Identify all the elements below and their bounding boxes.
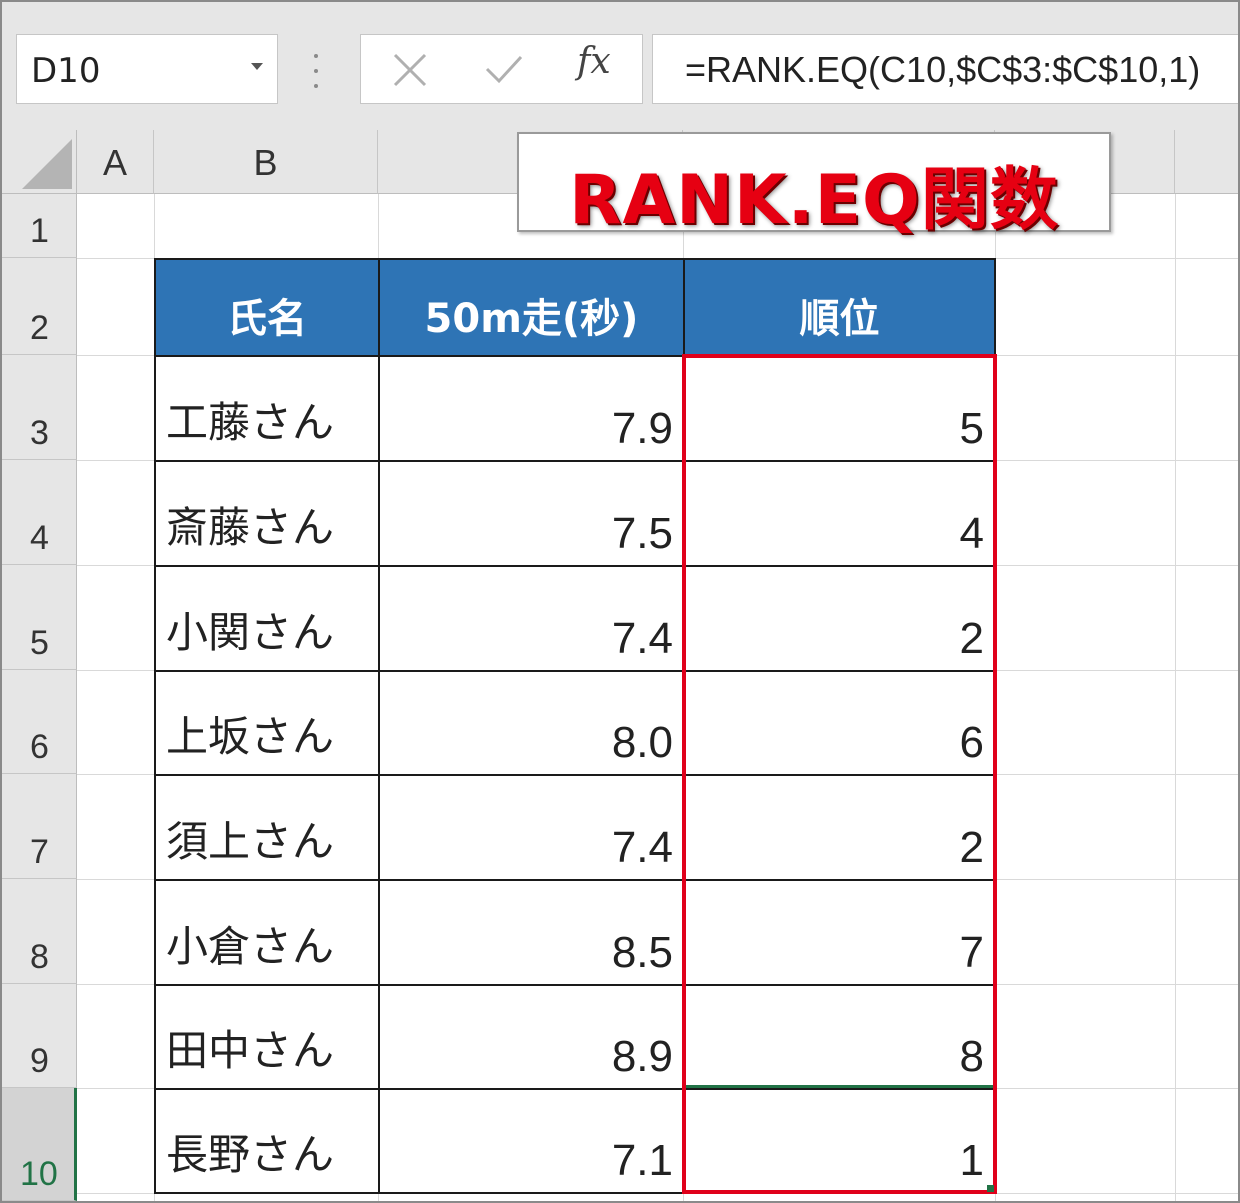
cell-name[interactable]: 長野さん [154,1088,380,1194]
row-header-9[interactable]: 9 [2,984,77,1088]
row-header-2[interactable]: 2 [2,258,77,355]
row-header-3[interactable]: 3 [2,355,77,460]
column-header-a[interactable]: A [77,130,154,194]
name-box-value: D10 [31,51,101,91]
cell-name[interactable]: 須上さん [154,774,380,881]
header-rank[interactable]: 順位 [683,258,996,357]
row-header-7[interactable]: 7 [2,774,77,879]
select-all-button[interactable] [2,130,77,194]
callout-text: RANK.EQ関数 [569,161,1059,240]
cell-time[interactable]: 8.5 [378,879,685,986]
column-header-b[interactable]: B [154,130,378,194]
row-header-4[interactable]: 4 [2,460,77,565]
more-options-icon[interactable] [313,54,319,88]
cell-time[interactable]: 7.4 [378,774,685,881]
row-header-1[interactable]: 1 [2,194,77,258]
formula-text: =RANK.EQ(C10,$C$3:$C$10,1) [685,49,1201,90]
excel-window: D10 fx =RANK.EQ(C10,$C$3:$C$10,1) A B 1 [0,0,1240,1203]
worksheet-grid: A B 1 2 3 4 5 6 7 8 9 10 氏名 50m走(秒) 順位 工… [2,130,1238,1201]
formula-buttons: fx [360,34,643,104]
cell-time[interactable]: 7.1 [378,1088,685,1194]
select-all-icon [22,139,72,189]
formula-input[interactable]: =RANK.EQ(C10,$C$3:$C$10,1) [652,34,1238,104]
column-header-f[interactable] [1175,130,1238,194]
rank-column-highlight [682,354,997,1194]
row-header-5[interactable]: 5 [2,565,77,670]
cell-name[interactable]: 斎藤さん [154,460,380,567]
check-icon[interactable] [481,45,527,91]
cell-time[interactable]: 7.9 [378,355,685,462]
insert-function-icon[interactable]: fx [577,41,611,82]
cancel-icon[interactable] [389,45,431,91]
row-header-10[interactable]: 10 [2,1088,77,1201]
header-time[interactable]: 50m走(秒) [378,258,685,357]
cell-time[interactable]: 7.4 [378,565,685,672]
cell-time[interactable]: 7.5 [378,460,685,567]
cell-name[interactable]: 工藤さん [154,355,380,462]
cell-time[interactable]: 8.0 [378,670,685,776]
row-header-6[interactable]: 6 [2,670,77,774]
formula-bar-area: D10 fx =RANK.EQ(C10,$C$3:$C$10,1) [2,2,1238,130]
function-title-callout: RANK.EQ関数 [517,132,1111,240]
cell-time[interactable]: 8.9 [378,984,685,1090]
cell-name[interactable]: 田中さん [154,984,380,1090]
cell-name[interactable]: 小関さん [154,565,380,672]
cell-name[interactable]: 小倉さん [154,879,380,986]
chevron-down-icon[interactable] [251,63,263,70]
header-name[interactable]: 氏名 [154,258,380,357]
row-header-8[interactable]: 8 [2,879,77,984]
cell-name[interactable]: 上坂さん [154,670,380,776]
name-box[interactable]: D10 [16,34,278,104]
fill-handle[interactable] [987,1185,994,1192]
